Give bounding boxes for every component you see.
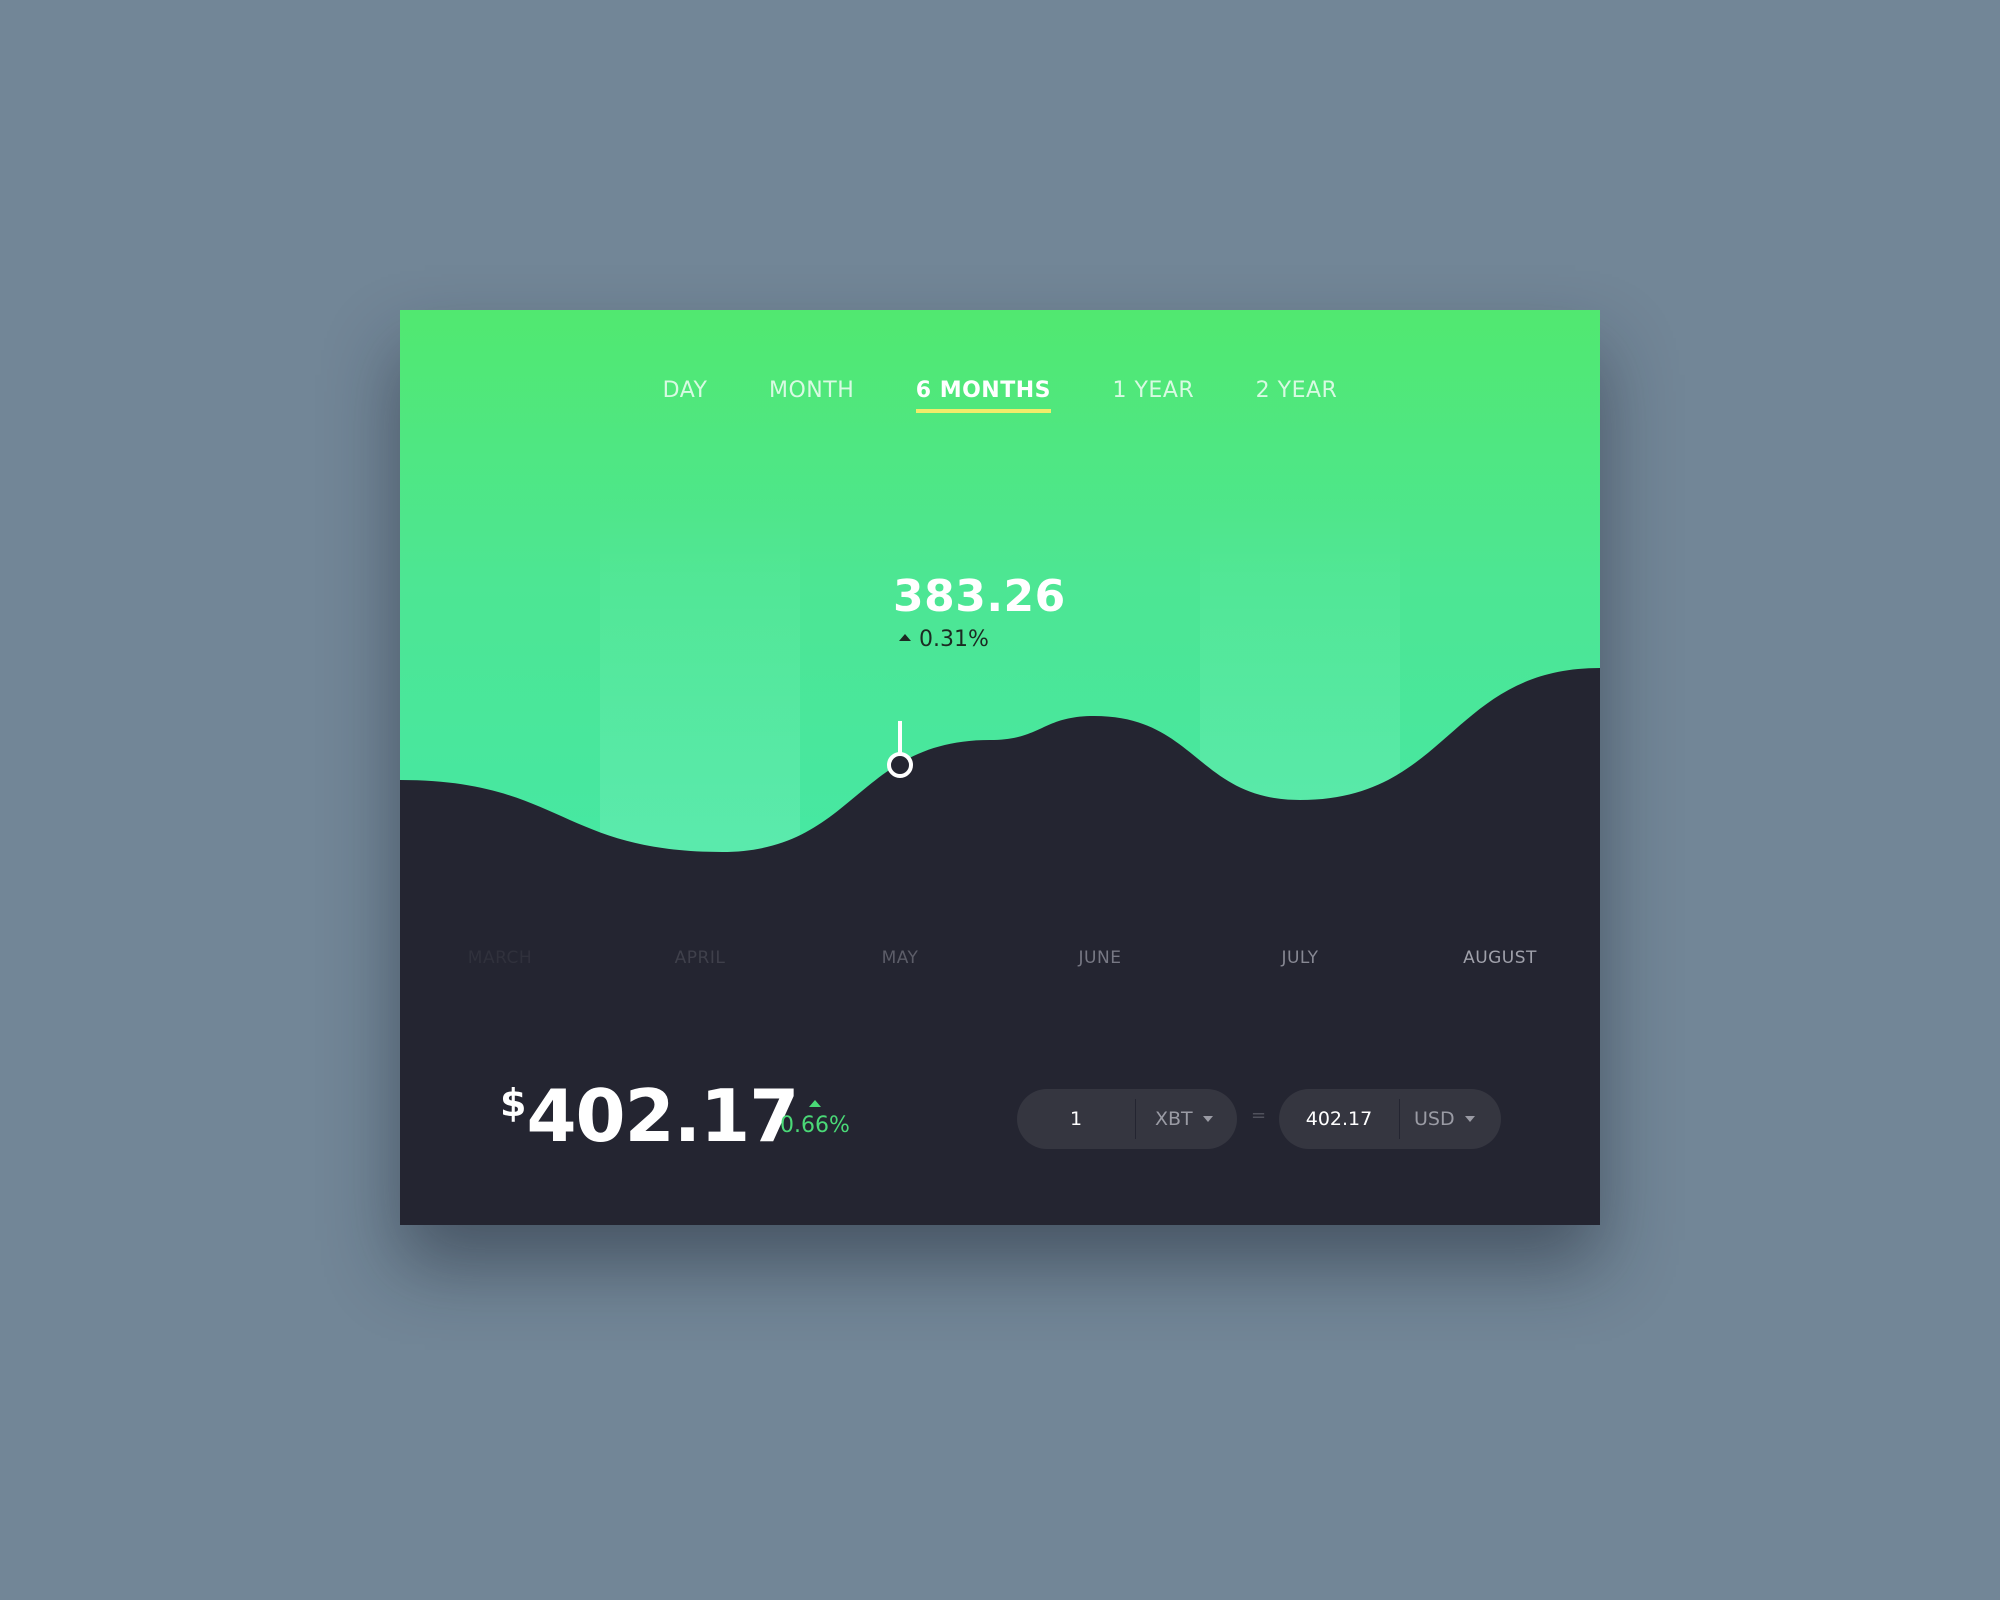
up-arrow-icon bbox=[808, 1100, 821, 1107]
price-change-value: 0.66% bbox=[780, 1113, 850, 1138]
field-divider bbox=[1399, 1099, 1400, 1139]
equals-sign: = bbox=[1251, 1105, 1267, 1126]
price-change: 0.66% bbox=[780, 1100, 850, 1138]
x-axis-label: JULY bbox=[1281, 948, 1319, 968]
chevron-down-icon bbox=[1464, 1115, 1475, 1122]
to-unit-select[interactable]: USD bbox=[1414, 1089, 1475, 1149]
x-axis-label: MARCH bbox=[467, 948, 533, 968]
highlight-marker[interactable] bbox=[887, 720, 913, 778]
tooltip-change-value: 0.31% bbox=[919, 627, 989, 652]
from-unit-select[interactable]: XBT bbox=[1155, 1089, 1213, 1149]
current-price: $402.17 bbox=[500, 1080, 799, 1152]
to-currency-field: 402.17 USD bbox=[1279, 1089, 1501, 1149]
x-axis-label: AUGUST bbox=[1463, 948, 1537, 968]
to-unit-label: USD bbox=[1414, 1108, 1455, 1130]
price-chart-card: DAY MONTH 6 MONTHS 1 YEAR 2 YEAR 383.26 … bbox=[400, 310, 1600, 1225]
tooltip-value: 383.26 bbox=[893, 571, 1066, 622]
chart-tooltip: 383.26 0.31% bbox=[893, 571, 1066, 653]
x-axis-label: MAY bbox=[881, 948, 919, 968]
up-arrow-icon bbox=[899, 633, 911, 641]
tooltip-change: 0.31% bbox=[899, 627, 1066, 652]
from-amount-input[interactable]: 1 bbox=[1017, 1089, 1135, 1149]
from-unit-label: XBT bbox=[1155, 1108, 1193, 1130]
currency-symbol: $ bbox=[500, 1081, 527, 1125]
x-axis-label: APRIL bbox=[674, 948, 726, 968]
price-value: 402.17 bbox=[526, 1074, 799, 1158]
x-axis-label: JUNE bbox=[1078, 948, 1122, 968]
field-divider bbox=[1135, 1099, 1136, 1139]
chevron-down-icon bbox=[1202, 1115, 1213, 1122]
marker-dot[interactable] bbox=[887, 751, 913, 778]
to-amount-input[interactable]: 402.17 bbox=[1279, 1089, 1399, 1149]
from-currency-field: 1 XBT bbox=[1017, 1089, 1237, 1149]
